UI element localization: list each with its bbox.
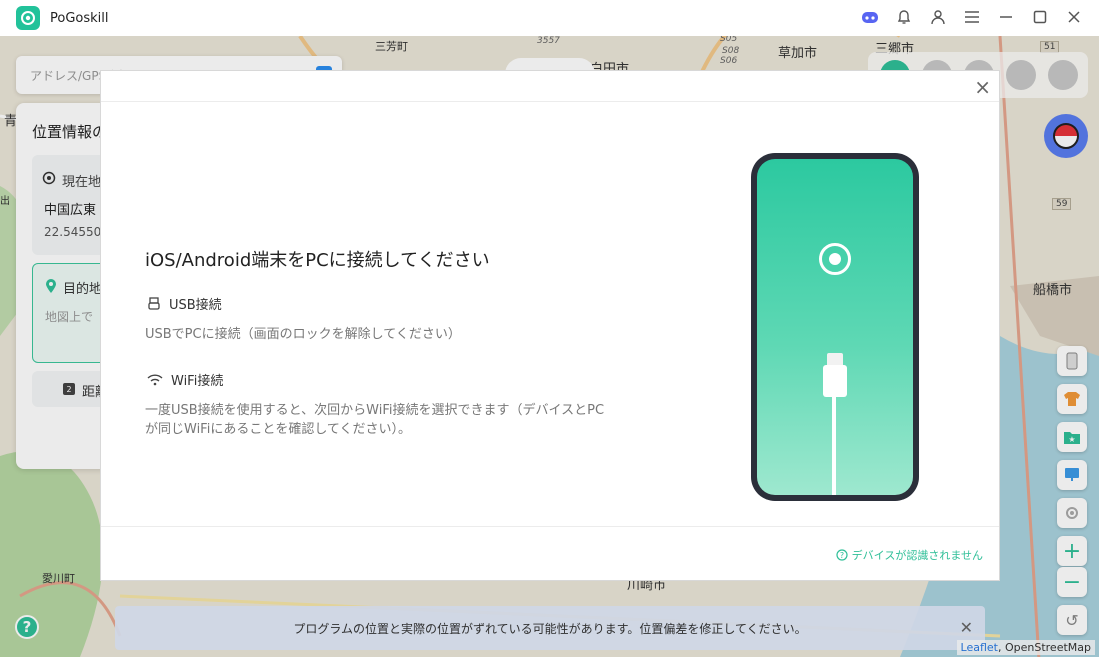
connect-device-dialog: × iOS/Android端末をPCに接続してください USB接続 USBでPC… [100,70,1000,581]
app-title: PoGoskill [50,10,109,26]
discord-icon[interactable] [859,6,881,28]
dialog-title: iOS/Android端末をPCに接続してください [145,250,490,271]
wifi-icon [147,373,163,385]
wifi-text-line-2: が同じWiFiにあることを確認してください）。 [145,422,412,437]
title-bar: PoGoskill [0,0,1099,36]
wifi-description: 一度USB接続を使用すると、次回からWiFi接続を選択できます（デバイスとPC … [145,401,645,439]
divider [101,526,999,527]
question-icon: ? [836,549,848,561]
usb-icon [148,296,160,310]
usb-heading: USB接続 [169,298,222,313]
pogoskill-logo-icon [819,243,851,275]
dialog-close-icon[interactable]: × [974,75,991,99]
svg-text:?: ? [840,551,844,560]
menu-icon[interactable] [961,6,983,28]
phone-illustration [751,153,919,501]
user-icon[interactable] [927,6,949,28]
usb-description: USBでPCに接続（画面のロックを解除してください） [145,327,461,342]
window-close-icon[interactable] [1063,6,1085,28]
divider [101,101,999,102]
wifi-heading: WiFi接続 [171,374,224,389]
wifi-text-line-1: 一度USB接続を使用すると、次回からWiFi接続を選択できます（デバイスとPC [145,403,605,418]
device-not-recognized-text: デバイスが認識されません [851,549,983,562]
device-not-recognized-link[interactable]: ? デバイスが認識されません [836,547,983,563]
minimize-icon[interactable] [995,6,1017,28]
bell-icon[interactable] [893,6,915,28]
wifi-section-heading: WiFi接続 [147,370,223,389]
usb-section-heading: USB接続 [147,294,222,313]
cable [832,389,836,495]
app-logo-icon [16,6,40,30]
maximize-icon[interactable] [1029,6,1051,28]
